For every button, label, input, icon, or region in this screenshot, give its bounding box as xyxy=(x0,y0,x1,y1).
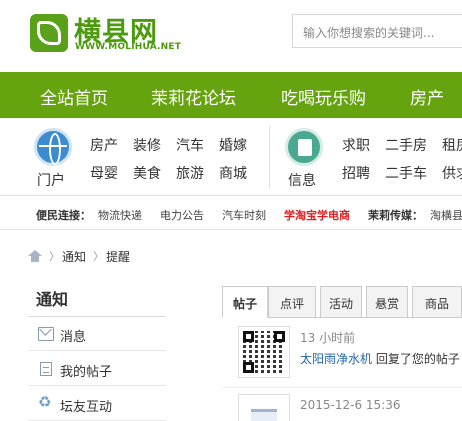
notice-time: 2015-12-6 15:36 xyxy=(300,398,401,412)
info-link-usedcar[interactable]: 二手车 xyxy=(385,163,427,183)
info-link-hiring[interactable]: 招聘 xyxy=(342,163,370,183)
sidebar-item-messages[interactable]: 消息 xyxy=(28,317,166,351)
convenience-link-taobao[interactable]: 学淘宝学电商 xyxy=(284,207,350,223)
nav-item-forum[interactable]: 茉莉花论坛 xyxy=(151,84,236,109)
recycle-icon: ♻ xyxy=(38,393,52,411)
mail-icon xyxy=(38,327,54,341)
portal-link-decor[interactable]: 装修 xyxy=(133,135,161,155)
sidebar-item-label: 我的帖子 xyxy=(60,365,113,380)
info-link-supply[interactable]: 供求 xyxy=(442,163,462,183)
tab-rewards[interactable]: 悬赏 xyxy=(366,286,408,318)
main-nav: 全站首页 茉莉花论坛 吃喝玩乐购 房产 xyxy=(0,72,462,118)
avatar[interactable] xyxy=(238,394,290,421)
portal-link-mall[interactable]: 商城 xyxy=(219,163,247,183)
info-link-jobseek[interactable]: 求职 xyxy=(342,135,370,155)
tab-goods[interactable]: 商品 xyxy=(412,286,462,318)
portal-link-wedding[interactable]: 婚嫁 xyxy=(219,135,247,155)
media-label: 茉莉传媒： xyxy=(368,209,423,222)
notice-text: 太阳雨净水机 回复了您的帖子 xyxy=(300,350,460,367)
convenience-link-logistics[interactable]: 物流快递 xyxy=(98,207,142,223)
chevron-right-icon: 〉 xyxy=(49,250,60,263)
sidebar-item-my-posts[interactable]: 我的帖子 xyxy=(28,352,166,386)
portal-label[interactable]: 门户 xyxy=(37,170,65,190)
convenience-link-power[interactable]: 电力公告 xyxy=(160,207,204,223)
logo-url: WWW.MOLIHUA.NET xyxy=(75,42,182,52)
portal-link-baby[interactable]: 母婴 xyxy=(90,163,118,183)
portal-link-travel[interactable]: 旅游 xyxy=(176,163,204,183)
notice-divider xyxy=(222,387,462,388)
breadcrumb-notice[interactable]: 通知 xyxy=(62,248,86,265)
document-icon xyxy=(40,362,52,376)
sidebar-item-label: 坛友互动 xyxy=(60,400,113,415)
sidebar-title: 通知 xyxy=(36,290,69,309)
info-label[interactable]: 信息 xyxy=(288,170,316,190)
category-divider xyxy=(269,126,270,188)
logo-icon[interactable] xyxy=(30,14,68,52)
nav-item-home[interactable]: 全站首页 xyxy=(40,84,108,109)
tab-reviews[interactable]: 点评 xyxy=(268,286,316,318)
sidebar-item-label: 消息 xyxy=(60,330,87,345)
media-link-taohengxian[interactable]: 淘横县 xyxy=(430,207,462,223)
info-link-rent[interactable]: 租房 xyxy=(442,135,462,155)
convenience-link-bus[interactable]: 汽车时刻 xyxy=(222,207,266,223)
portal-link-food[interactable]: 美食 xyxy=(133,163,161,183)
chevron-right-icon: 〉 xyxy=(93,250,104,263)
nav-item-house[interactable]: 房产 xyxy=(410,84,444,109)
notice-action: 回复了您的帖子 xyxy=(375,352,460,366)
site-header: 横县网 WWW.MOLIHUA.NET 输入你想搜索的关键词... xyxy=(0,0,462,72)
book-icon[interactable] xyxy=(285,128,323,166)
notice-time: 13 小时前 xyxy=(300,331,356,345)
sidebar-item-interaction[interactable]: ♻ 坛友互动 xyxy=(28,387,166,421)
tab-posts[interactable]: 帖子 xyxy=(222,286,268,318)
notice-user-link[interactable]: 太阳雨净水机 xyxy=(300,352,372,366)
portal-link-car[interactable]: 汽车 xyxy=(176,135,204,155)
breadcrumb-reminder[interactable]: 提醒 xyxy=(106,248,130,265)
globe-icon[interactable] xyxy=(34,128,72,166)
portal-link-house[interactable]: 房产 xyxy=(90,135,118,155)
search-input[interactable]: 输入你想搜索的关键词... xyxy=(292,14,462,48)
avatar[interactable] xyxy=(238,326,290,378)
convenience-label: 便民连接： xyxy=(36,209,91,222)
convenience-bar: 便民连接： 物流快递 电力公告 汽车时刻 学淘宝学电商 茉莉传媒： 淘横县 xyxy=(0,196,462,230)
home-icon[interactable] xyxy=(28,250,42,262)
nav-item-life[interactable]: 吃喝玩乐购 xyxy=(281,84,366,109)
info-link-usedhouse[interactable]: 二手房 xyxy=(385,135,427,155)
tab-events[interactable]: 活动 xyxy=(320,286,362,318)
